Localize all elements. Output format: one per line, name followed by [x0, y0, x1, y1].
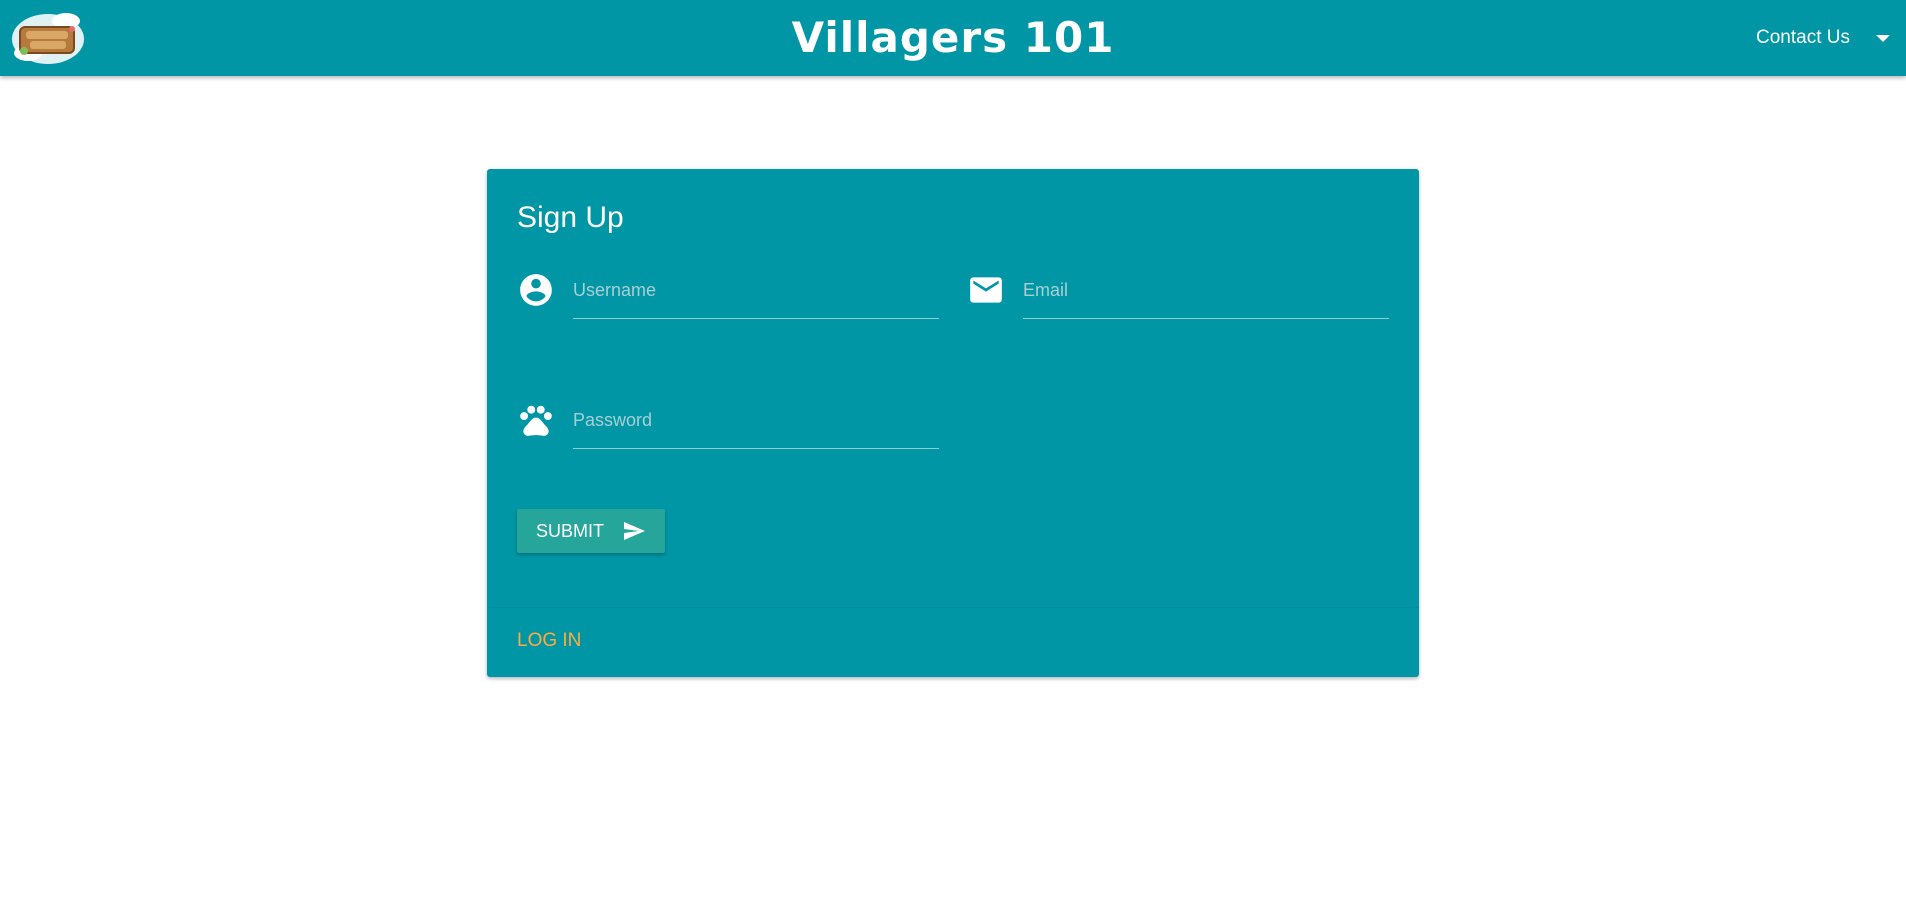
- site-title: Villagers 101: [791, 13, 1115, 62]
- password-input[interactable]: [573, 393, 939, 449]
- email-input[interactable]: [1023, 263, 1389, 319]
- account-circle-icon: [520, 274, 552, 306]
- login-link[interactable]: LOG IN: [517, 630, 581, 652]
- submit-button[interactable]: SUBMIT: [517, 509, 665, 553]
- send-icon: [624, 522, 645, 540]
- email-icon: [970, 277, 1002, 303]
- contact-us-dropdown[interactable]: Contact Us: [1756, 22, 1890, 54]
- username-field-group: [517, 263, 947, 323]
- email-field-group: [967, 263, 1397, 323]
- card-title: Sign Up: [517, 201, 624, 234]
- submit-label: SUBMIT: [535, 520, 604, 541]
- paw-icon: [520, 405, 552, 436]
- caret-down-icon: [1876, 34, 1890, 42]
- contact-us-label: Contact Us: [1756, 27, 1850, 48]
- top-navbar: Villagers 101 Contact Us: [0, 0, 1906, 76]
- password-field-group: [517, 393, 947, 453]
- username-input[interactable]: [573, 263, 939, 319]
- signup-card: Sign Up SUBMIT LOG IN: [487, 169, 1419, 677]
- card-action-bar: LOG IN: [487, 607, 1419, 677]
